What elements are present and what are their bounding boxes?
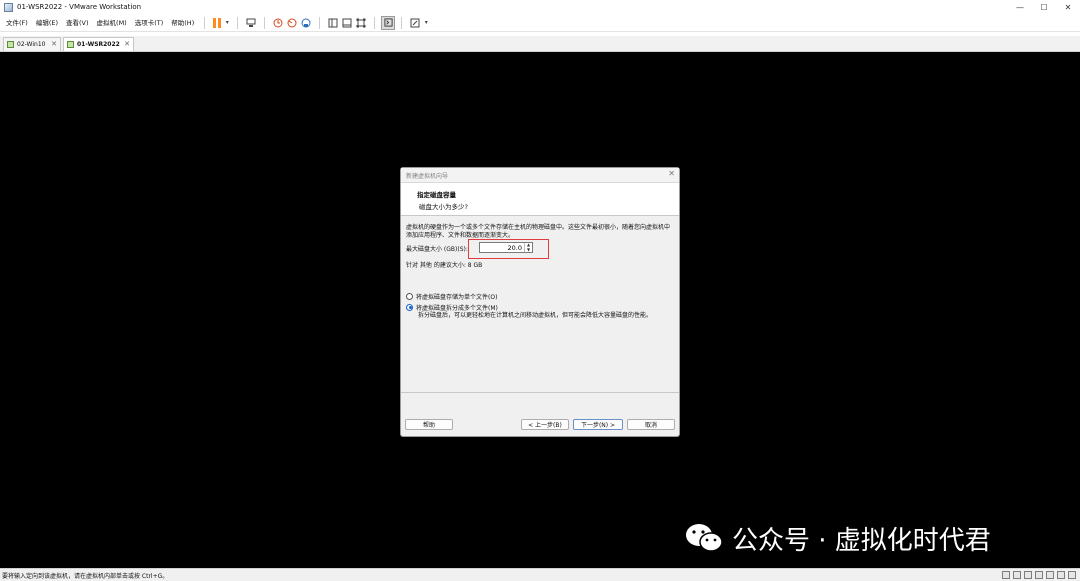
status-text: 要将输入定向到该虚拟机，请在虚拟机内部单击或按 Ctrl+G。 — [2, 572, 169, 580]
cancel-button[interactable]: 取消 — [627, 419, 675, 430]
close-button[interactable]: ✕ — [1056, 0, 1080, 14]
cd-icon[interactable] — [1013, 571, 1021, 579]
pause-icon[interactable] — [211, 16, 223, 30]
menu-vm[interactable]: 虚拟机(M) — [93, 14, 131, 32]
close-icon[interactable]: ✕ — [51, 40, 57, 48]
new-vm-wizard-dialog: 新建虚拟机向导 ✕ 指定磁盘容量 磁盘大小为多少? 虚拟机的硬盘作为一个或多个文… — [400, 167, 680, 437]
header-title: 指定磁盘容量 — [417, 191, 456, 199]
radio-split-files[interactable]: 将虚拟磁盘拆分成多个文件(M) — [406, 302, 673, 312]
tab-01-wsr2022[interactable]: 01-WSR2022 ✕ — [63, 37, 134, 51]
tab-label: 01-WSR2022 — [77, 41, 120, 48]
status-bar: 要将输入定向到该虚拟机，请在虚拟机内部单击或按 Ctrl+G。 — [0, 568, 1080, 581]
chevron-down-icon[interactable]: ▾ — [422, 16, 430, 30]
menu-edit[interactable]: 编辑(E) — [32, 14, 62, 32]
close-icon[interactable]: ✕ — [668, 169, 675, 178]
radio-icon[interactable] — [406, 303, 413, 311]
fullscreen-icon[interactable] — [354, 16, 368, 30]
hdd-icon[interactable] — [1002, 571, 1010, 579]
tab-label: 02-Win10 — [17, 41, 46, 48]
watermark-text: 公众号 · 虚拟化时代君 — [732, 525, 991, 556]
back-button[interactable]: < 上一步(B) — [521, 419, 569, 430]
menu-file[interactable]: 文件(F) — [2, 14, 32, 32]
disk-size-label: 最大磁盘大小 (GB)(S): — [406, 245, 468, 253]
watermark: 公众号 · 虚拟化时代君 — [684, 518, 991, 558]
vm-icon — [67, 41, 74, 48]
library-view-icon[interactable] — [326, 16, 340, 30]
menu-tabs[interactable]: 选项卡(T) — [131, 14, 168, 32]
vmware-app-icon — [4, 2, 13, 12]
snapshot-manager-icon[interactable] — [299, 16, 313, 30]
message-icon[interactable] — [1068, 571, 1076, 579]
radio-label: 将虚拟磁盘存储为单个文件(O) — [416, 293, 498, 301]
split-description: 拆分磁盘后，可以更轻松地在计算机之间移动虚拟机，但可能会降低大容量磁盘的性能。 — [418, 312, 653, 319]
display-icon[interactable] — [1057, 571, 1065, 579]
stretch-icon[interactable] — [408, 16, 422, 30]
console-icon[interactable] — [381, 15, 396, 30]
network-icon[interactable] — [1024, 571, 1032, 579]
title-bar: 01-WSR2022 - VMware Workstation — ☐ ✕ — [0, 0, 1080, 14]
sound-icon[interactable] — [1046, 571, 1054, 579]
menu-help[interactable]: 帮助(H) — [167, 14, 198, 32]
radio-single-file[interactable]: 将虚拟磁盘存储为单个文件(O) — [406, 291, 673, 301]
snapshot-icon[interactable] — [271, 16, 285, 30]
dialog-title: 新建虚拟机向导 — [406, 172, 449, 180]
chevron-down-icon[interactable]: ▾ — [223, 16, 231, 30]
radio-icon[interactable] — [406, 292, 413, 300]
disk-description: 虚拟机的硬盘作为一个或多个文件存储在主机的物理磁盘中。这些文件最初很小，随着您向… — [406, 224, 671, 239]
device-icons — [999, 571, 1076, 579]
recommended-size: 针对 其他 的建议大小: 8 GB — [406, 262, 483, 269]
menu-view[interactable]: 查看(V) — [62, 14, 93, 32]
close-icon[interactable]: ✕ — [124, 40, 130, 48]
dialog-title-bar: 新建虚拟机向导 ✕ — [401, 168, 679, 182]
highlight-box — [468, 239, 549, 259]
header-subtitle: 磁盘大小为多少? — [419, 203, 468, 211]
maximize-button[interactable]: ☐ — [1032, 0, 1056, 14]
send-ctrl-alt-del-icon[interactable] — [244, 16, 258, 30]
minimize-button[interactable]: — — [1008, 0, 1032, 14]
tab-bar: 02-Win10 ✕ 01-WSR2022 ✕ — [0, 36, 1080, 52]
tab-02-win10[interactable]: 02-Win10 ✕ — [3, 37, 61, 51]
wechat-icon — [684, 522, 724, 554]
next-button[interactable]: 下一步(N) > — [573, 419, 623, 430]
dialog-header: 指定磁盘容量 磁盘大小为多少? — [401, 182, 679, 216]
revert-snapshot-icon[interactable] — [285, 16, 299, 30]
usb-icon[interactable] — [1035, 571, 1043, 579]
help-button[interactable]: 帮助 — [405, 419, 453, 430]
thumbnail-view-icon[interactable] — [340, 16, 354, 30]
dialog-footer: 帮助 < 上一步(B) 下一步(N) > 取消 — [401, 392, 679, 436]
vm-icon — [7, 41, 14, 48]
menu-bar: 文件(F) 编辑(E) 查看(V) 虚拟机(M) 选项卡(T) 帮助(H) ▾ … — [0, 14, 1080, 32]
window-title: 01-WSR2022 - VMware Workstation — [17, 3, 142, 11]
radio-label: 将虚拟磁盘拆分成多个文件(M) — [416, 304, 498, 312]
